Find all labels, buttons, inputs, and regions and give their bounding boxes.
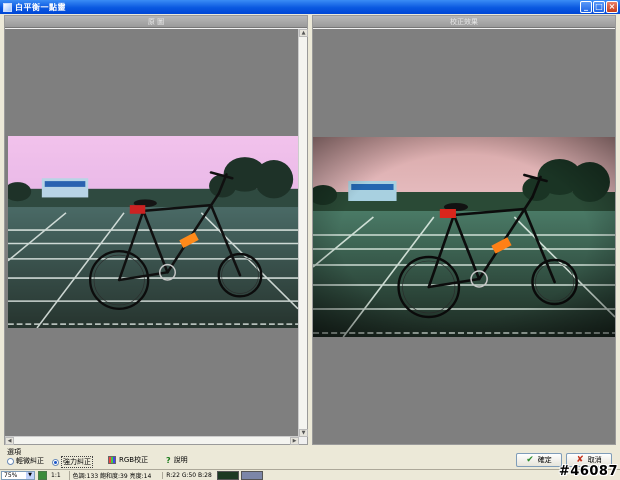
corrected-panel: 校正效果 [312, 15, 616, 445]
original-panel-header: 原 圖 [5, 16, 307, 28]
scroll-down-icon[interactable]: ▼ [299, 429, 308, 437]
rgb-icon [108, 456, 116, 464]
help-button[interactable]: ? 說明 [166, 455, 188, 465]
color-swatch-light [240, 470, 263, 480]
color-info: 色調:133 飽和度:39 亮度:14 [68, 470, 155, 480]
bicycle-photo-original [8, 136, 298, 328]
rgb-correction-button[interactable]: RGB校正 [108, 455, 148, 465]
scroll-left-icon[interactable]: ◀ [5, 437, 14, 445]
close-button[interactable]: × [606, 1, 618, 13]
minimize-button[interactable]: _ [580, 1, 592, 13]
corrected-photo [313, 137, 615, 337]
corrected-viewport[interactable] [313, 29, 615, 444]
chevron-down-icon[interactable]: ▼ [26, 471, 34, 479]
zoom-select[interactable]: 75% ▼ [1, 470, 35, 480]
help-label: 說明 [173, 456, 188, 464]
app-icon [3, 2, 12, 12]
fit-to-window-icon[interactable] [38, 470, 47, 480]
watermark: #46087 [558, 464, 618, 479]
radio-strong-correction[interactable]: 強力糾正 [52, 456, 93, 468]
original-viewport[interactable] [5, 29, 299, 437]
scroll-right-icon[interactable]: ▶ [290, 437, 299, 445]
radio-light-correction[interactable]: 輕微糾正 [7, 456, 44, 466]
window-title: 白平衡一點靈 [15, 2, 66, 12]
color-swatch-dark [216, 470, 239, 480]
actual-size-button[interactable]: 1:1 [51, 472, 61, 479]
rgb-info: R:22 G:50 B:28 [162, 471, 215, 479]
radio-light-label: 輕微糾正 [16, 457, 44, 465]
radio-strong-label: 強力糾正 [61, 456, 93, 468]
radio-dot-icon[interactable] [7, 457, 14, 465]
checkmark-icon: ✔ [526, 455, 534, 465]
original-panel: 原 圖 ▲ ▼ ◀ ▶ [4, 15, 308, 445]
rgb-correction-label: RGB校正 [119, 456, 149, 464]
help-icon: ? [166, 455, 171, 465]
original-photo [8, 136, 298, 328]
vertical-scrollbar[interactable]: ▲ ▼ [298, 29, 308, 437]
zoom-value: 75% [4, 471, 18, 479]
radio-dot-selected-icon[interactable] [52, 458, 59, 466]
corrected-panel-header: 校正效果 [313, 16, 615, 28]
bicycle-photo-corrected [313, 137, 615, 337]
window-controls: _ □ × [580, 1, 618, 13]
ok-label: 確定 [537, 456, 552, 464]
status-bar: 75% ▼ 1:1 色調:133 飽和度:39 亮度:14 R:22 G:50 … [0, 469, 620, 480]
horizontal-scrollbar[interactable]: ◀ ▶ [5, 436, 299, 445]
maximize-button[interactable]: □ [593, 1, 605, 13]
ok-button[interactable]: ✔ 確定 [516, 453, 562, 467]
scroll-up-icon[interactable]: ▲ [299, 29, 308, 37]
title-bar: 白平衡一點靈 _ □ × [0, 0, 620, 14]
